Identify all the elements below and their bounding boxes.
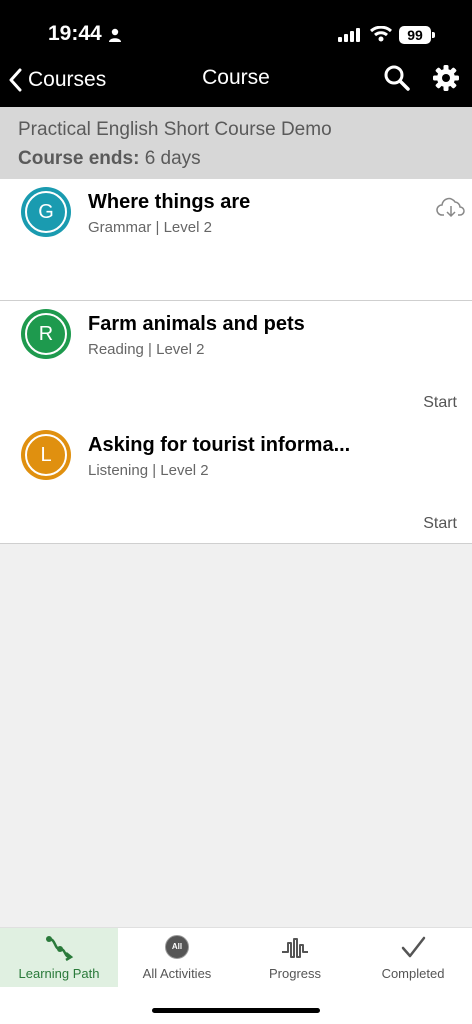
tab-all-activities[interactable]: All All Activities bbox=[118, 928, 236, 987]
activity-item[interactable]: G Where things are Grammar | Level 2 bbox=[0, 179, 472, 301]
activity-badge: L bbox=[21, 430, 71, 480]
chevron-left-icon bbox=[9, 68, 22, 92]
tab-progress[interactable]: Progress bbox=[236, 928, 354, 987]
home-indicator bbox=[152, 1008, 320, 1013]
activity-title: Asking for tourist informa... bbox=[88, 434, 351, 456]
nav-bar: Courses Course bbox=[0, 52, 472, 107]
activity-subtitle: Grammar | Level 2 bbox=[88, 219, 212, 236]
status-bar: 19:44 99 bbox=[0, 0, 472, 52]
start-button[interactable]: Start bbox=[423, 515, 457, 533]
badge-letter: R bbox=[25, 313, 67, 355]
course-ends: Course ends: 6 days bbox=[18, 148, 201, 170]
activity-item[interactable]: R Farm animals and pets Reading | Level … bbox=[0, 301, 472, 423]
cloud-download-icon[interactable] bbox=[436, 197, 466, 219]
back-button[interactable]: Courses bbox=[8, 64, 106, 96]
activity-title: Where things are bbox=[88, 191, 251, 213]
back-label: Courses bbox=[28, 68, 107, 91]
start-button[interactable]: Start bbox=[423, 394, 457, 412]
activity-title: Farm animals and pets bbox=[88, 313, 305, 335]
tab-label: Learning Path bbox=[18, 966, 100, 981]
activity-subtitle: Listening | Level 2 bbox=[88, 462, 209, 479]
tab-completed[interactable]: Completed bbox=[354, 928, 472, 987]
activity-item[interactable]: L Asking for tourist informa... Listenin… bbox=[0, 422, 472, 544]
course-ends-value: 6 days bbox=[144, 148, 201, 169]
course-header: Practical English Short Course Demo Cour… bbox=[0, 107, 472, 179]
badge-letter: G bbox=[25, 191, 67, 233]
course-name: Practical English Short Course Demo bbox=[18, 119, 332, 140]
learning-path-icon bbox=[46, 936, 74, 961]
all-activities-icon: All bbox=[165, 935, 189, 959]
tab-learning-path[interactable]: Learning Path bbox=[0, 928, 118, 987]
person-icon bbox=[109, 28, 121, 42]
gear-icon[interactable] bbox=[432, 64, 460, 92]
badge-letter: L bbox=[25, 434, 67, 476]
activity-subtitle: Reading | Level 2 bbox=[88, 341, 205, 358]
tab-label: Completed bbox=[381, 966, 445, 981]
checkmark-icon bbox=[401, 936, 426, 958]
activity-badge: G bbox=[21, 187, 71, 237]
battery-indicator: 99 bbox=[399, 26, 431, 44]
course-ends-label: Course ends: bbox=[18, 148, 140, 169]
tab-label: All Activities bbox=[142, 966, 212, 981]
activity-badge: R bbox=[21, 309, 71, 359]
tab-label: Progress bbox=[268, 966, 322, 981]
all-activities-icon-text: All bbox=[171, 942, 183, 951]
search-icon[interactable] bbox=[383, 64, 411, 92]
progress-icon bbox=[282, 938, 308, 958]
battery-tip bbox=[432, 32, 435, 38]
cellular-signal-icon bbox=[338, 28, 360, 42]
wifi-icon bbox=[370, 26, 392, 42]
status-time: 19:44 bbox=[48, 22, 102, 45]
